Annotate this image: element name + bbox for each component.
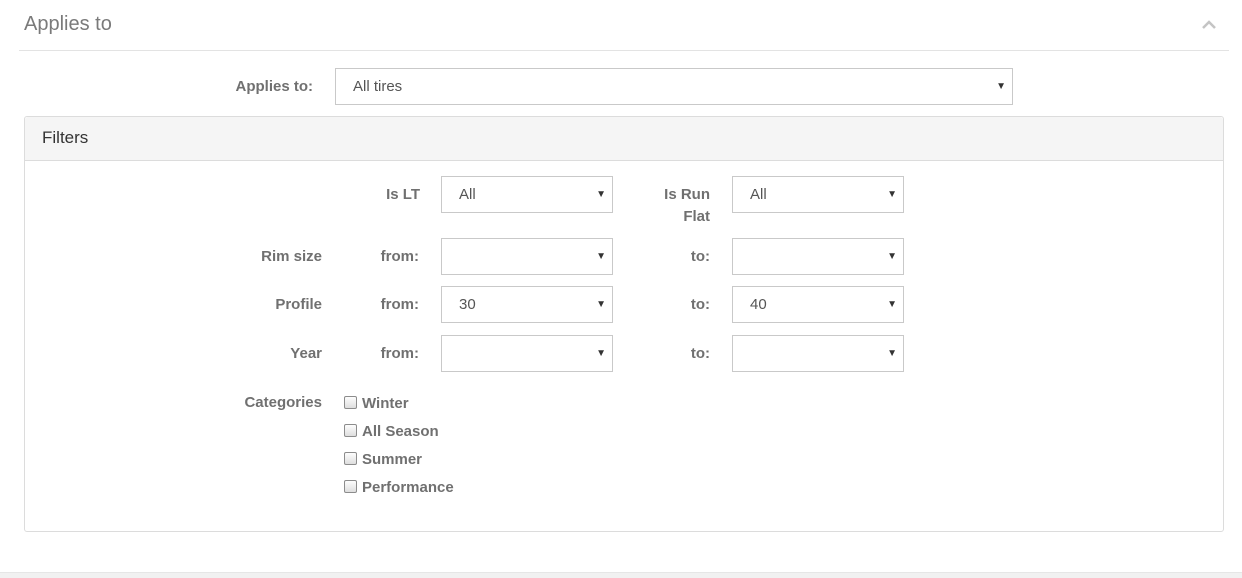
all-season-checkbox[interactable] [344,424,357,437]
filters-panel-heading: Filters [25,117,1223,161]
rim-size-label: Rim size [261,248,322,265]
section-title: Applies to [24,13,112,35]
profile-from-label: from: [380,296,419,313]
rim-size-to-label: to: [690,248,710,265]
year-to-label: to: [690,345,710,362]
page-divider [0,572,1242,578]
caret-down-icon: ▼ [996,81,1006,92]
rim-size-from-select[interactable]: ▼ [441,238,613,275]
applies-to-select[interactable]: All tires ▼ [335,68,1013,105]
is-lt-value: All [459,186,476,203]
is-run-flat-select[interactable]: All ▼ [732,176,904,213]
caret-down-icon: ▼ [596,189,606,200]
caret-down-icon: ▼ [887,348,897,359]
profile-label: Profile [275,296,322,313]
chevron-up-icon[interactable] [1201,17,1217,33]
year-from-select[interactable]: ▼ [441,335,613,372]
section-header: Applies to [19,0,1229,51]
all-season-label[interactable]: All Season [362,422,439,442]
is-run-flat-label-line2: Flat [683,208,710,225]
year-label: Year [290,345,322,362]
rim-size-to-select[interactable]: ▼ [732,238,904,275]
categories-label: Categories [244,394,322,411]
winter-checkbox[interactable] [344,396,357,409]
summer-checkbox[interactable] [344,452,357,465]
is-lt-select[interactable]: All ▼ [441,176,613,213]
is-run-flat-label-line1: Is Run [664,186,710,203]
year-to-select[interactable]: ▼ [732,335,904,372]
caret-down-icon: ▼ [887,189,897,200]
profile-to-label: to: [690,296,710,313]
is-run-flat-value: All [750,186,767,203]
performance-checkbox[interactable] [344,480,357,493]
caret-down-icon: ▼ [887,251,897,262]
applies-to-value: All tires [353,78,403,95]
profile-from-value: 30 [459,296,476,313]
rim-size-from-label: from: [380,248,419,265]
winter-label[interactable]: Winter [362,394,409,414]
caret-down-icon: ▼ [887,299,897,310]
filters-panel: Filters [24,116,1224,532]
summer-label[interactable]: Summer [362,450,422,470]
profile-from-select[interactable]: 30 ▼ [441,286,613,323]
caret-down-icon: ▼ [596,299,606,310]
applies-to-label: Applies to: [235,78,314,95]
performance-label[interactable]: Performance [362,478,454,498]
profile-to-value: 40 [750,296,767,313]
year-from-label: from: [380,345,419,362]
caret-down-icon: ▼ [596,348,606,359]
profile-to-select[interactable]: 40 ▼ [732,286,904,323]
filters-title: Filters [42,128,89,147]
caret-down-icon: ▼ [596,251,606,262]
is-lt-label: Is LT [386,186,420,203]
